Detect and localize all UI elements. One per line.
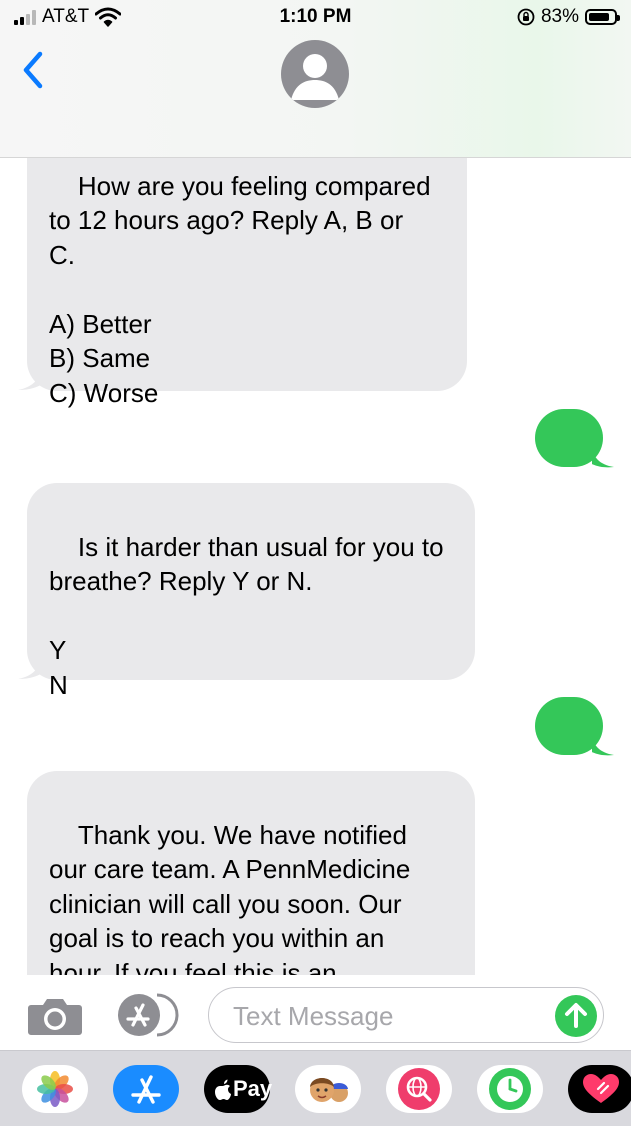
app-store-app-button[interactable] bbox=[113, 1065, 179, 1113]
bubble-tail bbox=[18, 363, 46, 390]
memoji-app-button[interactable] bbox=[295, 1065, 361, 1113]
apple-pay-label: Pay bbox=[233, 1076, 273, 1101]
app-store-icon bbox=[118, 993, 179, 1037]
message-text: How are you feeling compared to 12 hours… bbox=[49, 170, 431, 408]
message-text: Is it harder than usual for you to breat… bbox=[49, 531, 444, 700]
memoji-icon bbox=[310, 1078, 348, 1102]
person-icon bbox=[291, 54, 339, 100]
web-images-app-button[interactable] bbox=[386, 1065, 452, 1113]
bubble-tail bbox=[18, 652, 46, 679]
digital-touch-app-button[interactable] bbox=[568, 1065, 631, 1113]
back-button[interactable] bbox=[18, 50, 48, 90]
orientation-lock-icon bbox=[517, 8, 535, 26]
battery-icon bbox=[585, 9, 620, 25]
message-thread[interactable]: How are you feeling compared to 12 hours… bbox=[0, 157, 631, 975]
contact-avatar[interactable] bbox=[281, 40, 349, 108]
clock-app-button[interactable] bbox=[477, 1065, 543, 1113]
message-input-field[interactable] bbox=[208, 987, 604, 1043]
message-bubble-incoming[interactable]: How are you feeling compared to 12 hours… bbox=[27, 157, 467, 408]
arrow-up-icon bbox=[565, 1003, 587, 1028]
camera-icon bbox=[28, 999, 82, 1035]
app-store-button[interactable] bbox=[117, 993, 179, 1042]
app-store-icon bbox=[131, 1075, 161, 1104]
app-drawer: Pay bbox=[0, 1050, 631, 1126]
message-text: Y bbox=[574, 769, 593, 799]
send-button[interactable] bbox=[555, 995, 597, 1037]
message-text: Thank you. We have notified our care tea… bbox=[49, 819, 411, 976]
battery-percent: 83% bbox=[540, 6, 579, 27]
photos-app-button[interactable] bbox=[22, 1065, 88, 1113]
photos-icon bbox=[37, 1071, 73, 1107]
bubble-tail bbox=[592, 733, 614, 756]
globe-search-icon bbox=[398, 1068, 440, 1110]
message-input[interactable] bbox=[231, 998, 535, 1034]
camera-button[interactable] bbox=[27, 997, 83, 1035]
message-bubble-incoming[interactable]: Is it harder than usual for you to breat… bbox=[27, 483, 475, 700]
heart-icon bbox=[583, 1074, 619, 1103]
chevron-left-icon bbox=[23, 51, 43, 89]
apple-pay-app-button[interactable]: Pay bbox=[204, 1065, 273, 1113]
message-text: C bbox=[574, 481, 593, 511]
message-bubble-incoming[interactable]: Thank you. We have notified our care tea… bbox=[27, 771, 475, 975]
clock-icon bbox=[489, 1068, 531, 1110]
status-bar: AT&T 1:10 PM 83% bbox=[0, 0, 631, 36]
bubble-tail bbox=[592, 445, 614, 468]
